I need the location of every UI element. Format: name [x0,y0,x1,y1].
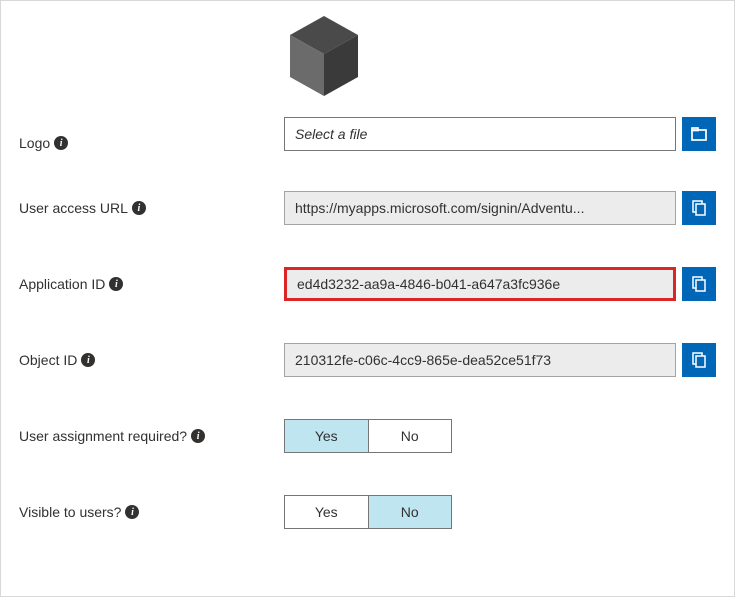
properties-panel: Logo i Select a file [0,0,735,597]
object-id-label-wrap: Object ID i [19,352,284,368]
user-assignment-required-label: User assignment required? [19,428,187,444]
user-access-url-label: User access URL [19,200,128,216]
toggle-yes[interactable]: Yes [285,496,368,528]
user-access-url-label-wrap: User access URL i [19,200,284,216]
object-id-value: 210312fe-c06c-4cc9-865e-dea52ce51f73 [284,343,676,377]
info-icon[interactable]: i [191,429,205,443]
info-icon[interactable]: i [109,277,123,291]
toggle-no[interactable]: No [368,420,452,452]
copy-icon [690,199,708,217]
visible-to-users-toggle: Yes No [284,495,452,529]
info-icon[interactable]: i [132,201,146,215]
application-id-label: Application ID [19,276,105,292]
info-icon[interactable]: i [125,505,139,519]
browse-button[interactable] [682,117,716,151]
user-access-url-value: https://myapps.microsoft.com/signin/Adve… [284,191,676,225]
object-id-row: Object ID i 210312fe-c06c-4cc9-865e-dea5… [19,343,716,377]
logo-field: Select a file [284,7,716,151]
user-assignment-required-toggle: Yes No [284,419,452,453]
logo-label: Logo [19,135,50,151]
logo-preview [284,7,364,107]
user-access-url-row: User access URL i https://myapps.microso… [19,191,716,225]
application-id-label-wrap: Application ID i [19,276,284,292]
info-icon[interactable]: i [81,353,95,367]
visible-to-users-label: Visible to users? [19,504,121,520]
application-id-row: Application ID i ed4d3232-aa9a-4846-b041… [19,267,716,301]
file-placeholder: Select a file [295,126,367,142]
info-icon[interactable]: i [54,136,68,150]
user-assignment-required-row: User assignment required? i Yes No [19,419,716,453]
folder-icon [690,125,708,143]
user-assignment-required-label-wrap: User assignment required? i [19,428,284,444]
copy-application-id-button[interactable] [682,267,716,301]
copy-object-id-button[interactable] [682,343,716,377]
file-select-input[interactable]: Select a file [284,117,676,151]
visible-to-users-row: Visible to users? i Yes No [19,495,716,529]
copy-user-access-url-button[interactable] [682,191,716,225]
logo-row: Logo i Select a file [19,7,716,151]
object-id-label: Object ID [19,352,77,368]
toggle-no[interactable]: No [368,496,452,528]
toggle-yes[interactable]: Yes [285,420,368,452]
cube-icon [284,12,364,102]
copy-icon [690,351,708,369]
copy-icon [690,275,708,293]
logo-label-wrap: Logo i [19,135,284,151]
visible-to-users-label-wrap: Visible to users? i [19,504,284,520]
application-id-value: ed4d3232-aa9a-4846-b041-a647a3fc936e [284,267,676,301]
